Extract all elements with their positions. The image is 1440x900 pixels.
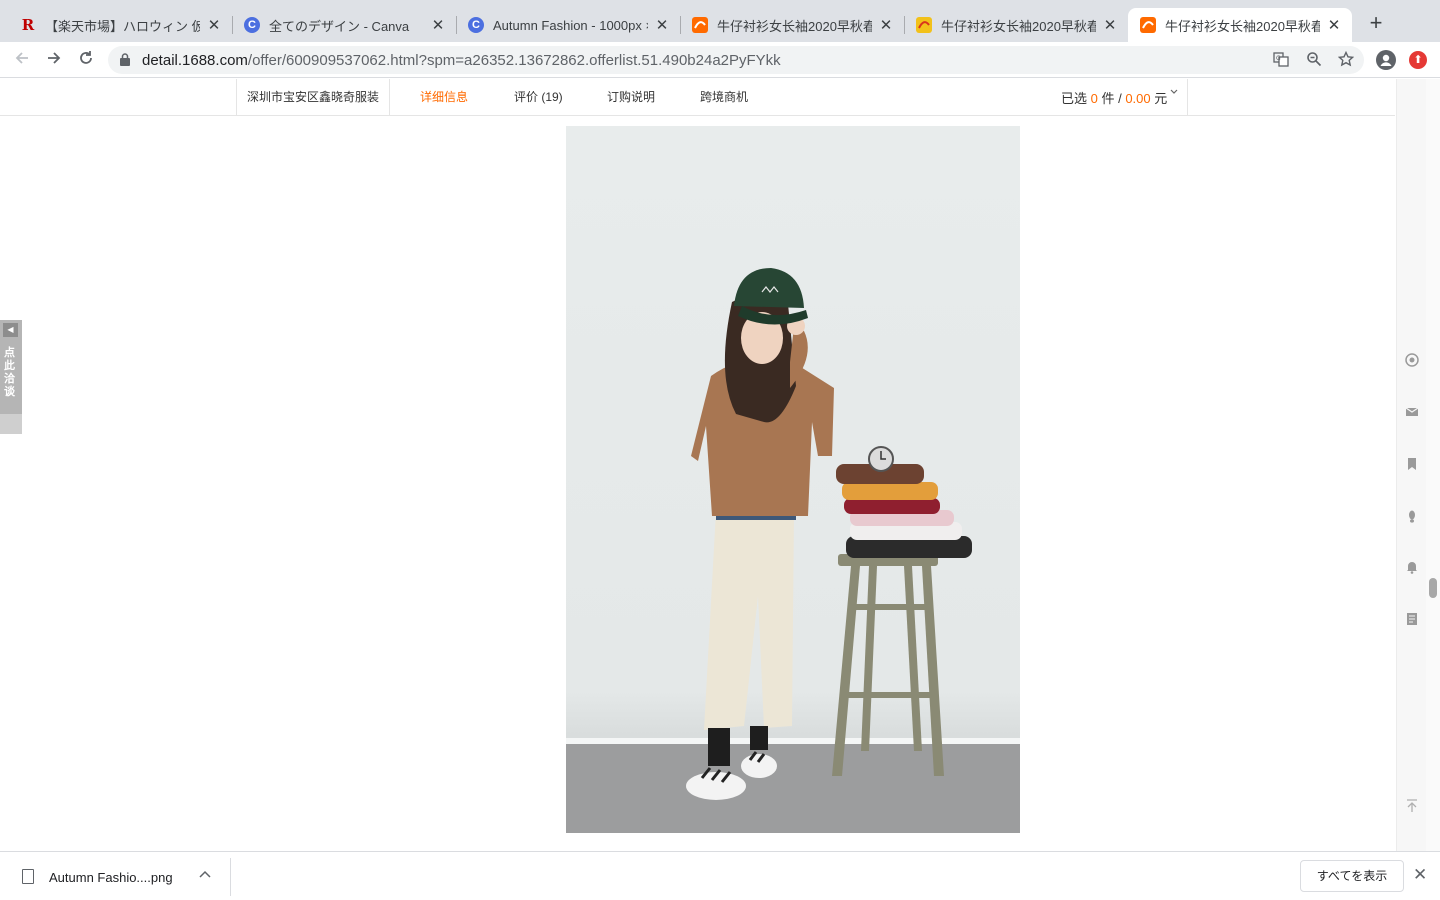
bookmark-icon[interactable]	[1405, 457, 1419, 471]
page-scrollbar[interactable]	[1426, 79, 1440, 851]
reload-icon[interactable]	[74, 48, 98, 72]
back-to-top-icon[interactable]	[1405, 799, 1419, 813]
tab-detail-info[interactable]: 详细信息	[420, 88, 468, 105]
translate-icon[interactable]: G	[1272, 51, 1290, 69]
lock-icon	[120, 53, 130, 66]
chat-tab-label: 点此洽谈	[4, 347, 15, 398]
scrollbar-thumb[interactable]	[1429, 578, 1437, 598]
right-tool-sidebar	[1396, 79, 1426, 851]
new-tab-button[interactable]: +	[1364, 12, 1388, 36]
alibaba-icon	[692, 17, 708, 33]
tab-reviews[interactable]: 评价 (19)	[514, 88, 563, 105]
bell-icon[interactable]	[1405, 560, 1419, 574]
extension-update-icon[interactable]: ⬆	[1409, 51, 1427, 69]
tab-title: 牛仔衬衫女长袖2020早秋春装	[941, 18, 1096, 34]
url-path: /offer/600909537062.html?spm=a26352.1367…	[247, 52, 781, 69]
canva-icon: C	[468, 17, 484, 33]
back-icon[interactable]	[10, 48, 34, 72]
cart-suffix: 元	[1150, 91, 1168, 106]
rakuten-icon: R	[21, 16, 35, 34]
download-file-name[interactable]: Autumn Fashio....png	[49, 870, 173, 885]
tab-order-instructions[interactable]: 订购说明	[607, 88, 655, 105]
close-tab-icon[interactable]: ✕	[206, 16, 222, 34]
tab-title: 全てのデザイン - Canva	[269, 18, 410, 34]
file-icon	[22, 869, 34, 884]
footprint-icon[interactable]	[1405, 509, 1419, 523]
browser-tab[interactable]: 牛仔衬衫女长袖2020早秋春装 ✕	[680, 8, 905, 42]
chevron-down-icon[interactable]	[1170, 87, 1178, 98]
shop-name-link[interactable]: 深圳市宝安区鑫晓奇服装	[236, 79, 390, 116]
browser-tab[interactable]: R 【楽天市場】ハロウィン 仮装 ✕	[8, 8, 233, 42]
show-all-downloads-button[interactable]: すべてを表示	[1300, 860, 1404, 892]
notes-icon[interactable]	[1405, 612, 1419, 626]
tab-cross-border[interactable]: 跨境商机	[700, 88, 748, 105]
forward-icon[interactable]	[42, 48, 66, 72]
product-detail-nav: 深圳市宝安区鑫晓奇服装 详细信息 评价 (19) 订购说明 跨境商机 已选 0 …	[0, 79, 1395, 116]
chat-side-tab[interactable]: ◀ 点此洽谈	[0, 320, 22, 434]
close-tab-icon[interactable]: ✕	[1102, 16, 1118, 34]
cart-amount: 0.00	[1125, 91, 1151, 106]
address-bar[interactable]: detail.1688.com/offer/600909537062.html?…	[108, 46, 1364, 74]
browser-tab[interactable]: 牛仔衬衫女长袖2020早秋春装 ✕	[904, 8, 1128, 42]
tab-title: Autumn Fashion - 1000px ×	[493, 17, 648, 33]
profile-avatar-icon[interactable]	[1376, 50, 1396, 70]
bookmark-star-icon[interactable]	[1337, 50, 1355, 69]
url-text: detail.1688.com/offer/600909537062.html?…	[142, 52, 781, 69]
cart-mid: 件 /	[1097, 91, 1126, 106]
close-shelf-icon[interactable]: ✕	[1413, 865, 1427, 885]
product-detail-image	[566, 126, 1020, 833]
browser-tab-strip: R 【楽天市場】ハロウィン 仮装 ✕ C 全てのデザイン - Canva ✕ C…	[0, 0, 1440, 42]
selected-cart-summary[interactable]: 已选 0 件 / 0.00 元	[1061, 88, 1167, 107]
close-tab-icon[interactable]: ✕	[878, 16, 894, 34]
url-host: detail.1688.com	[142, 52, 248, 69]
customer-service-icon[interactable]	[1405, 353, 1419, 367]
cart-prefix: 已选	[1061, 91, 1091, 106]
close-tab-icon[interactable]: ✕	[654, 16, 670, 34]
alibaba-icon	[916, 17, 932, 33]
canva-icon: C	[244, 17, 260, 33]
tab-title: 牛仔衬衫女长袖2020早秋春装	[717, 18, 872, 34]
download-shelf: Autumn Fashio....png すべてを表示 ✕	[0, 851, 1440, 900]
alibaba-icon	[1140, 17, 1156, 33]
browser-tab[interactable]: C Autumn Fashion - 1000px × ✕	[456, 8, 681, 42]
tab-title: 【楽天市場】ハロウィン 仮装	[45, 18, 200, 34]
browser-tab-active[interactable]: 牛仔衬衫女长袖2020早秋春装 ✕	[1128, 8, 1352, 42]
collapse-arrow-icon[interactable]: ◀	[3, 323, 18, 337]
zoom-icon[interactable]	[1305, 51, 1323, 69]
browser-toolbar: detail.1688.com/offer/600909537062.html?…	[0, 42, 1440, 78]
chevron-up-icon[interactable]	[199, 867, 211, 881]
close-tab-icon[interactable]: ✕	[430, 16, 446, 34]
mail-icon[interactable]	[1405, 405, 1419, 419]
close-tab-icon[interactable]: ✕	[1326, 16, 1342, 34]
browser-tab[interactable]: C 全てのデザイン - Canva ✕	[232, 8, 457, 42]
svg-text:G: G	[1276, 55, 1281, 62]
cart-count: 0	[1090, 91, 1098, 106]
tab-title: 牛仔衬衫女长袖2020早秋春装	[1165, 18, 1320, 34]
